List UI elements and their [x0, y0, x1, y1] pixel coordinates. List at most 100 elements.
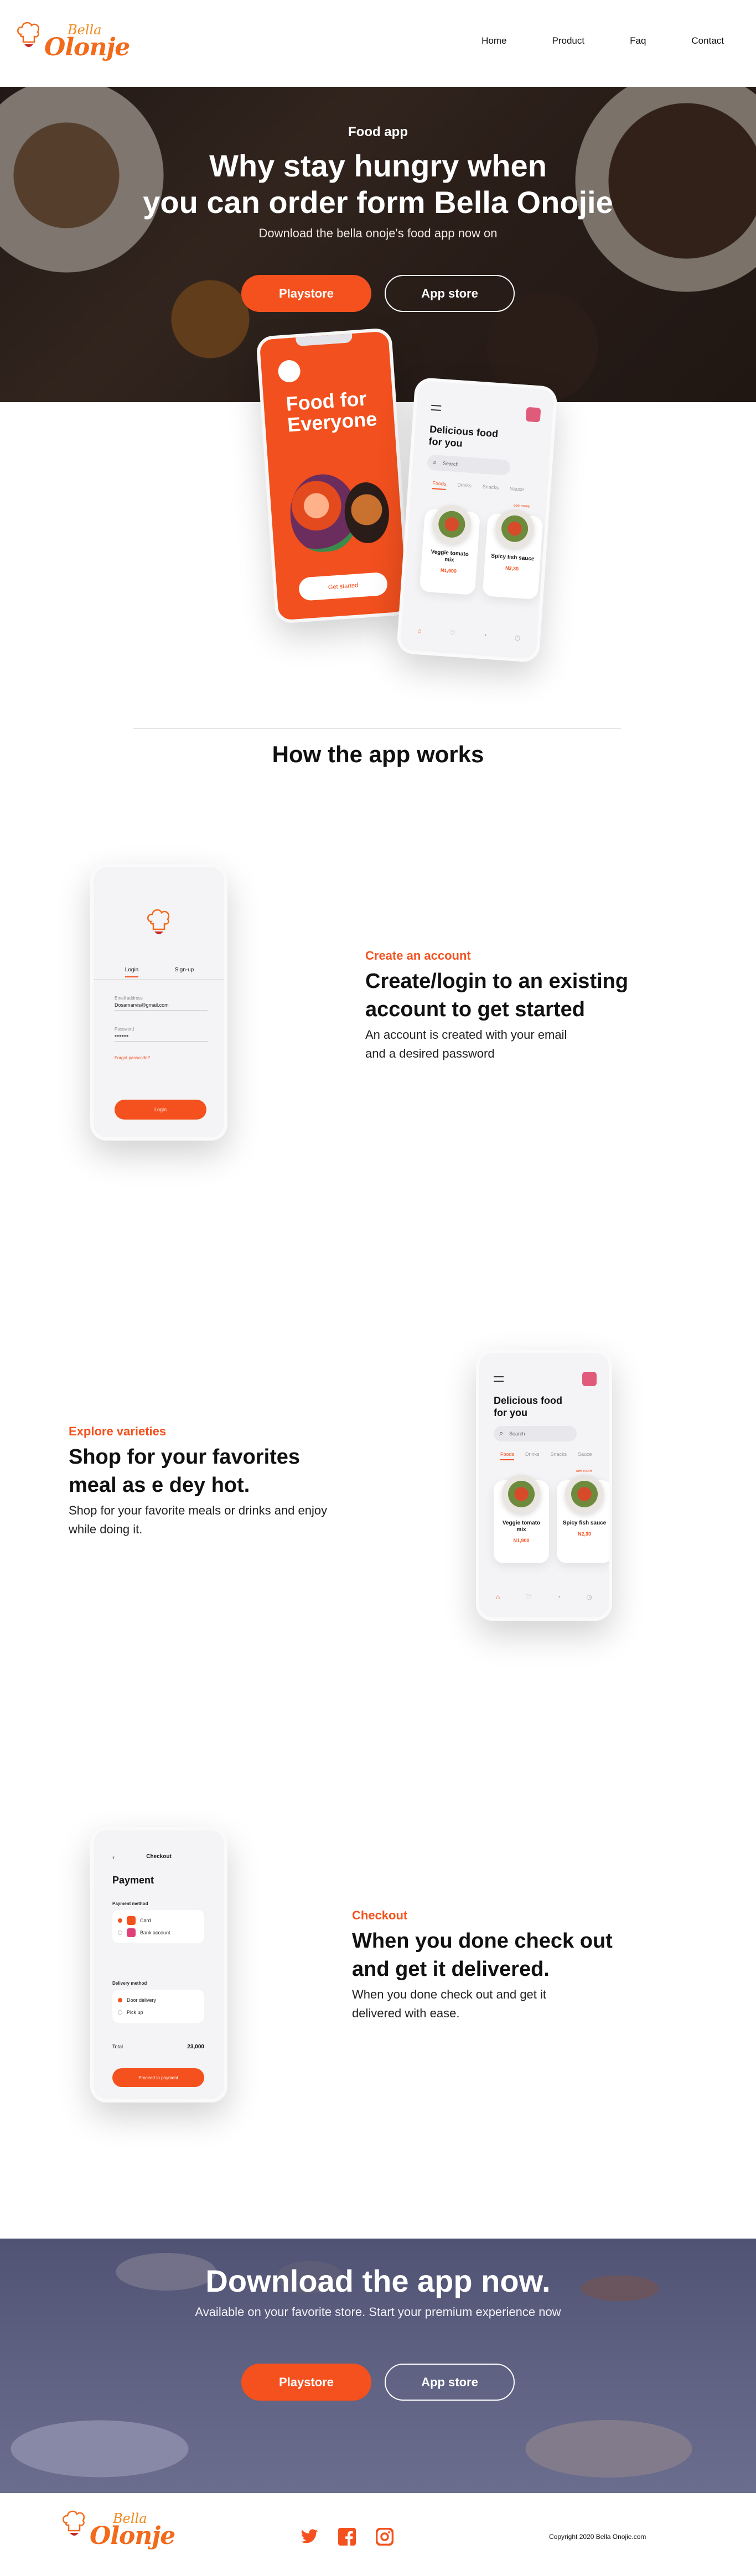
tab-sauce[interactable]: Sauce — [509, 486, 524, 496]
appstore-button[interactable]: App store — [385, 2364, 515, 2401]
delivery-options: Door delivery Pick up — [112, 1990, 204, 2023]
tab-sauce[interactable]: Sauce — [578, 1451, 592, 1460]
email-value: Dosamarvis@gmail.com — [115, 1002, 208, 1011]
feature-description: An account is created with your email an… — [365, 1026, 708, 1063]
tab-snacks[interactable]: Snacks — [551, 1451, 567, 1460]
hero-phone-menu: Delicious food for you Search Foods Drin… — [396, 377, 558, 663]
footer-logo[interactable]: Bella Olonje — [61, 2505, 175, 2561]
feature-title-line1: Shop for your favorites — [69, 1445, 301, 1469]
nav-faq[interactable]: Faq — [630, 35, 646, 46]
tab-signup[interactable]: Sign-up — [175, 967, 194, 977]
radio-selected[interactable] — [118, 1918, 122, 1923]
payment-method-label: Payment method — [112, 1901, 148, 1906]
food-name: Veggie tomato mix — [502, 1520, 541, 1533]
facebook-icon[interactable] — [336, 2526, 358, 2547]
heart-icon[interactable]: ♡ — [449, 629, 455, 637]
see-more-link[interactable]: see more — [576, 1469, 592, 1473]
heart-icon[interactable]: ♡ — [525, 1593, 531, 1601]
radio-selected[interactable] — [118, 1998, 122, 2002]
proceed-to-payment-button[interactable]: Proceed to payment — [112, 2068, 204, 2087]
feature-desc-line1: An account is created with your email — [365, 1028, 567, 1042]
tab-drinks[interactable]: Drinks — [525, 1451, 540, 1460]
user-icon[interactable]: ◔ — [483, 631, 487, 639]
feature-desc-line2: and a desired password — [365, 1047, 495, 1061]
chef-hat-icon — [17, 22, 40, 47]
feature-title: Create/login to an existing account to g… — [365, 967, 708, 1023]
tab-snacks[interactable]: Snacks — [482, 484, 499, 494]
playstore-button[interactable]: Playstore — [241, 275, 371, 312]
explore-phone: Delicious food for you Search Foods Drin… — [476, 1350, 612, 1621]
tab-login[interactable]: Login — [125, 967, 139, 977]
food-card[interactable]: Veggie tomato mix N1,900 — [419, 503, 480, 596]
search-input[interactable]: Search — [494, 1425, 577, 1441]
delivery-option-door[interactable]: Door delivery — [118, 1994, 199, 2006]
food-plate-image — [502, 1475, 541, 1513]
feature-title-line1: When you done check out — [352, 1929, 613, 1953]
feature-kicker: Create an account — [365, 949, 471, 962]
food-screen-title: Delicious food for you — [428, 423, 499, 449]
feature-title-line2: account to get started — [365, 997, 585, 1021]
history-icon[interactable]: ◷ — [514, 633, 520, 642]
logo-text-large: Olonje — [90, 2522, 175, 2550]
bottom-tab-bar: ⌂ ♡ ◔ ◷ — [417, 627, 521, 642]
email-label: Email address — [115, 996, 143, 1001]
food-card[interactable]: Spicy fish sauce N2,30 — [557, 1475, 609, 1563]
brand-logo[interactable]: Bella Olonje — [15, 17, 130, 72]
playstore-button[interactable]: Playstore — [241, 2364, 371, 2401]
instagram-icon[interactable] — [374, 2526, 395, 2547]
chef-hat-icon — [147, 909, 170, 934]
radio-unselected[interactable] — [118, 2010, 122, 2015]
login-button[interactable]: Login — [115, 1100, 206, 1120]
menu-icon[interactable] — [431, 404, 442, 411]
chef-hat-icon — [63, 2510, 85, 2536]
food-card[interactable]: Veggie tomato mix N1,900 — [494, 1475, 549, 1563]
food-card[interactable]: Spicy fish sauce N2,30 — [482, 508, 543, 600]
top-nav: Bella Olonje Home Product Faq Contact — [0, 0, 756, 87]
forgot-passcode-link[interactable]: Forgot passcode? — [115, 1055, 150, 1060]
splash-title-line2: Everyone — [286, 407, 378, 436]
search-input[interactable]: Search — [427, 454, 511, 476]
password-field[interactable]: Password •••••••• — [115, 1027, 208, 1042]
footer: Bella Olonje Copyright 2020 Bella Onojie… — [0, 2493, 756, 2576]
menu-icon[interactable] — [494, 1376, 504, 1382]
user-icon[interactable]: ◔ — [557, 1593, 561, 1601]
feature-create-account: Create an account Create/login to an exi… — [365, 949, 708, 1063]
food-name: Veggie tomato mix — [431, 549, 469, 564]
payment-option-card[interactable]: Card — [118, 1914, 199, 1927]
checkout-phone: Checkout ‹ Payment Payment method Card B… — [90, 1827, 227, 2103]
tab-foods[interactable]: Foods — [432, 480, 447, 490]
bank-icon — [127, 1928, 136, 1937]
tab-foods[interactable]: Foods — [500, 1451, 515, 1460]
back-icon[interactable]: ‹ — [112, 1854, 115, 1861]
delivery-option-pickup[interactable]: Pick up — [118, 2006, 199, 2018]
appstore-button[interactable]: App store — [385, 275, 515, 312]
nav-product[interactable]: Product — [552, 35, 585, 46]
history-icon[interactable]: ◷ — [587, 1593, 592, 1601]
radio-unselected[interactable] — [118, 1930, 122, 1935]
how-it-works-title: How the app works — [272, 741, 484, 767]
avatar[interactable] — [525, 407, 541, 423]
feature-title-line2: meal as e dey hot. — [69, 1473, 250, 1497]
payment-option-bank[interactable]: Bank account — [118, 1927, 199, 1939]
download-title: Download the app now. — [205, 2263, 551, 2298]
category-tabs: Foods Drinks Snacks Sauce — [500, 1451, 592, 1460]
splash-title: Food for Everyone — [285, 387, 378, 436]
payment-option-label: Card — [140, 1918, 151, 1923]
hero-title: Why stay hungry when you can order form … — [0, 148, 756, 221]
nav-contact[interactable]: Contact — [691, 35, 724, 46]
see-more-link[interactable]: see more — [514, 504, 530, 509]
total-row: Total 23,000 — [112, 2044, 204, 2050]
avatar[interactable] — [582, 1372, 597, 1386]
home-icon[interactable]: ⌂ — [417, 627, 422, 634]
food-price: N2,30 — [505, 565, 519, 572]
hero-store-buttons: Playstore App store — [0, 275, 756, 312]
email-field[interactable]: Email address Dosamarvis@gmail.com — [115, 996, 208, 1011]
twitter-icon[interactable] — [299, 2526, 320, 2547]
food-price: N1,900 — [440, 567, 457, 574]
get-started-button[interactable]: Get started — [298, 571, 389, 601]
nav-home[interactable]: Home — [481, 35, 506, 46]
tab-drinks[interactable]: Drinks — [457, 482, 472, 492]
feature-description: When you done check out and get it deliv… — [352, 1985, 706, 2023]
hero-title-line1: Why stay hungry when — [209, 148, 547, 183]
home-icon[interactable]: ⌂ — [496, 1593, 500, 1601]
